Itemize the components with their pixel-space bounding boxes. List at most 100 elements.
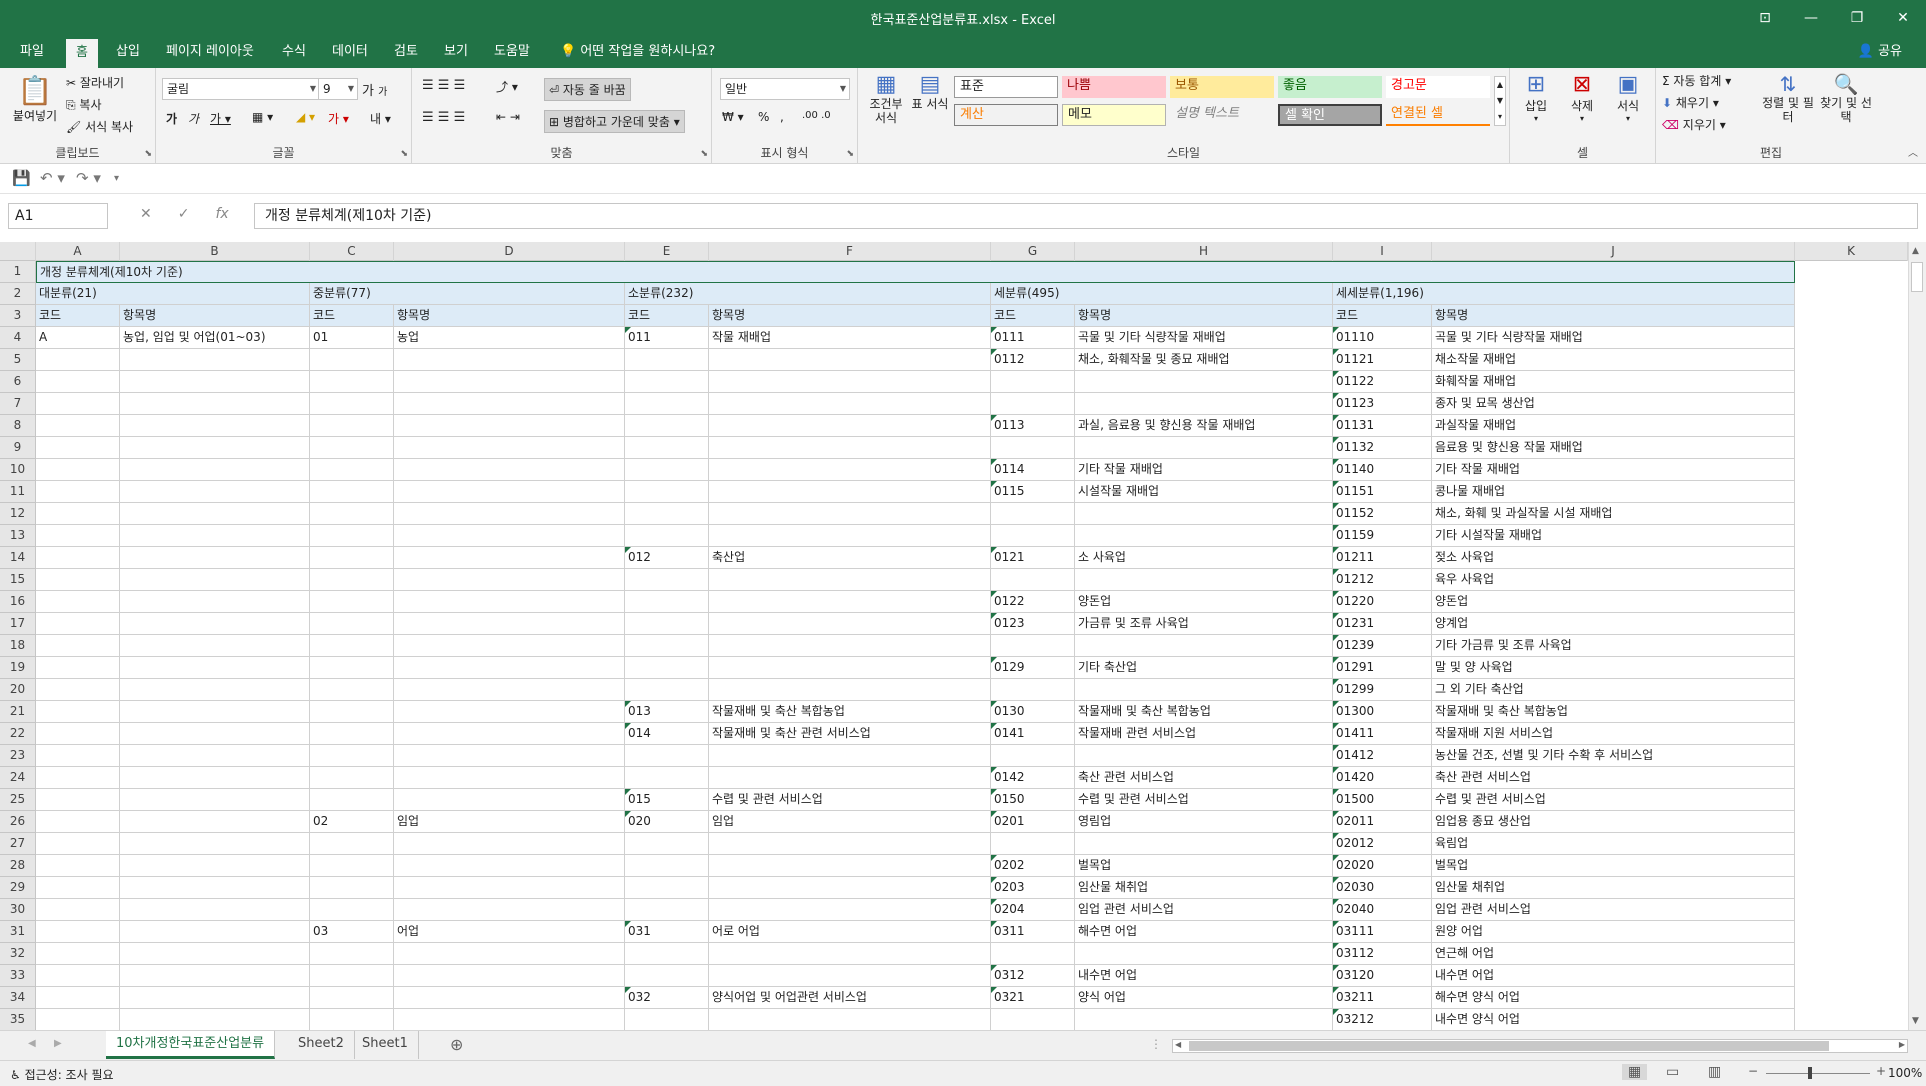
cell[interactable]: 03112 [1333, 943, 1432, 965]
format-painter-button[interactable]: 🖌 서식 복사 [66, 118, 133, 135]
cell[interactable] [36, 591, 120, 613]
cell[interactable]: 01412 [1333, 745, 1432, 767]
sheet-tab-sheet2[interactable]: Sheet2 [288, 1031, 355, 1059]
cell[interactable] [709, 481, 991, 503]
row-header[interactable]: 8 [0, 415, 36, 437]
sheet-tab-sheet1[interactable]: Sheet1 [352, 1031, 419, 1059]
sort-filter-button[interactable]: ⇅ 정렬 및 필터 [1762, 72, 1814, 124]
cell[interactable]: 해수면 양식 어업 [1432, 987, 1795, 1009]
cell[interactable] [36, 965, 120, 987]
cell[interactable] [625, 569, 709, 591]
scroll-right-icon[interactable]: ▶ [1899, 1040, 1905, 1049]
cell[interactable] [991, 437, 1075, 459]
cell[interactable]: 작물재배 관련 서비스업 [1075, 723, 1333, 745]
row-header[interactable]: 22 [0, 723, 36, 745]
cell[interactable] [120, 437, 310, 459]
cell[interactable] [310, 723, 394, 745]
cell[interactable]: 임업용 종묘 생산업 [1432, 811, 1795, 833]
cell[interactable] [36, 899, 120, 921]
row-header[interactable]: 32 [0, 943, 36, 965]
cell[interactable]: 코드 [625, 305, 709, 327]
cell[interactable] [36, 613, 120, 635]
cell[interactable]: 말 및 양 사육업 [1432, 657, 1795, 679]
cell[interactable] [310, 833, 394, 855]
cell[interactable] [1075, 393, 1333, 415]
hscroll-thumb[interactable] [1189, 1041, 1829, 1051]
cell[interactable]: 0122 [991, 591, 1075, 613]
row-header[interactable]: 27 [0, 833, 36, 855]
cell[interactable] [394, 987, 625, 1009]
cell[interactable] [310, 679, 394, 701]
cell[interactable]: 0311 [991, 921, 1075, 943]
cell[interactable] [991, 943, 1075, 965]
cell[interactable] [709, 459, 991, 481]
cell[interactable]: 화훼작물 재배업 [1432, 371, 1795, 393]
cell[interactable] [36, 657, 120, 679]
cell[interactable] [625, 943, 709, 965]
currency-icon[interactable]: ₩ ▾ [722, 110, 744, 124]
cell[interactable] [310, 855, 394, 877]
style-calculation[interactable]: 계산 [954, 104, 1058, 126]
cell[interactable]: 0112 [991, 349, 1075, 371]
horizontal-scrollbar[interactable]: ◀ ▶ [1172, 1039, 1908, 1053]
font-name-select[interactable]: 굴림 ▼ [162, 78, 320, 100]
merge-center-button[interactable]: ⊞ 병합하고 가운데 맞춤 ▾ [544, 110, 685, 133]
cell[interactable]: 영림업 [1075, 811, 1333, 833]
cell[interactable]: 수렵 및 관련 서비스업 [1075, 789, 1333, 811]
cell[interactable] [709, 635, 991, 657]
cell[interactable] [120, 393, 310, 415]
dialog-launcher-icon[interactable]: ⬊ [144, 149, 152, 159]
cell[interactable]: 01220 [1333, 591, 1432, 613]
row-header[interactable]: 20 [0, 679, 36, 701]
cell[interactable] [625, 591, 709, 613]
cell[interactable] [625, 415, 709, 437]
cell[interactable]: 015 [625, 789, 709, 811]
cell[interactable]: 작물재배 및 축산 관련 서비스업 [709, 723, 991, 745]
cell[interactable] [394, 1009, 625, 1030]
cell[interactable]: 작물재배 지원 서비스업 [1432, 723, 1795, 745]
cell[interactable]: 그 외 기타 축산업 [1432, 679, 1795, 701]
cell[interactable] [310, 701, 394, 723]
cell[interactable] [625, 657, 709, 679]
cell[interactable] [991, 503, 1075, 525]
cell[interactable] [1075, 1009, 1333, 1030]
cell[interactable]: 내수면 어업 [1432, 965, 1795, 987]
cell[interactable] [310, 393, 394, 415]
cell[interactable]: 0121 [991, 547, 1075, 569]
cell[interactable] [394, 459, 625, 481]
cell[interactable]: 세세분류(1,196) [1333, 283, 1795, 305]
cell[interactable] [310, 459, 394, 481]
comma-icon[interactable]: , [780, 110, 784, 124]
cell[interactable] [310, 349, 394, 371]
cell[interactable] [394, 965, 625, 987]
cell[interactable] [120, 459, 310, 481]
column-header[interactable]: D [394, 242, 625, 261]
cell[interactable]: 작물재배 및 축산 복합농업 [1432, 701, 1795, 723]
cell[interactable] [394, 349, 625, 371]
cell[interactable] [310, 371, 394, 393]
cell[interactable] [310, 767, 394, 789]
cancel-icon[interactable]: ✕ [140, 206, 152, 222]
cell[interactable] [709, 679, 991, 701]
cell[interactable]: 031 [625, 921, 709, 943]
cell[interactable] [394, 635, 625, 657]
cell[interactable] [394, 569, 625, 591]
cell[interactable] [709, 855, 991, 877]
cell[interactable]: 육림업 [1432, 833, 1795, 855]
cell[interactable] [36, 349, 120, 371]
cell[interactable] [1075, 943, 1333, 965]
cell[interactable]: 01110 [1333, 327, 1432, 349]
cell[interactable]: 0202 [991, 855, 1075, 877]
cell[interactable]: 0114 [991, 459, 1075, 481]
cell[interactable] [36, 393, 120, 415]
cell[interactable] [120, 943, 310, 965]
row-header[interactable]: 4 [0, 327, 36, 349]
cell[interactable] [625, 525, 709, 547]
cell[interactable]: 채소작물 재배업 [1432, 349, 1795, 371]
row-header[interactable]: 24 [0, 767, 36, 789]
cell[interactable]: 채소, 화훼작물 및 종묘 재배업 [1075, 349, 1333, 371]
autosum-button[interactable]: Σ 자동 합계 ▾ [1662, 72, 1731, 89]
cell[interactable] [36, 921, 120, 943]
ribbon-display-icon[interactable]: ⊡ [1742, 0, 1788, 36]
cell[interactable] [36, 371, 120, 393]
